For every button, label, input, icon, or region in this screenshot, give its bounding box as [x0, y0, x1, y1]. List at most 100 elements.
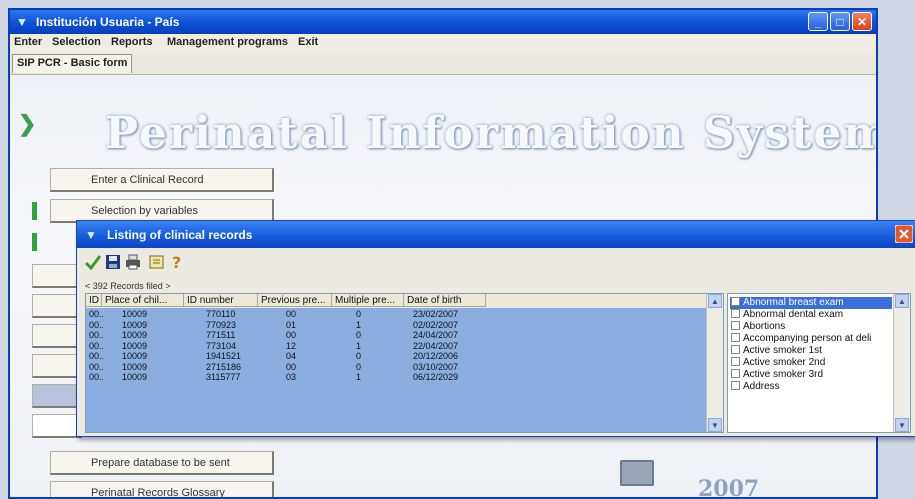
scroll-up-icon[interactable]: ▲ — [895, 294, 909, 308]
checkbox-icon[interactable] — [731, 357, 740, 366]
variable-list-item[interactable]: Abnormal breast exam — [730, 297, 892, 309]
checkbox-icon[interactable] — [731, 297, 740, 306]
col-header-id-number[interactable]: ID number — [184, 294, 258, 307]
dialog-close-icon[interactable] — [895, 225, 913, 243]
tab-basic-form[interactable]: SIP PCR - Basic form — [12, 54, 133, 73]
export-icon[interactable] — [147, 252, 167, 272]
window-title: Institución Usuaria - País — [36, 15, 180, 29]
cell-date: 23/02/2007 — [413, 310, 459, 319]
cell-place: 10009 — [122, 373, 148, 382]
print-icon[interactable] — [123, 252, 143, 272]
grid-body: 00...1000977011000023/02/200700...100097… — [86, 308, 707, 432]
variable-list-item[interactable]: Active smoker 2nd — [730, 357, 892, 369]
checkbox-icon[interactable] — [731, 369, 740, 378]
scroll-down-icon[interactable]: ▼ — [708, 418, 722, 432]
dialog-titlebar[interactable]: ▼ Listing of clinical records — [77, 221, 915, 248]
maximize-button[interactable]: □ — [830, 12, 850, 31]
table-row[interactable]: 00... 10009 773104 12 1 22/04/2007 — [86, 342, 707, 351]
banner-title: Perinatal Information System — [105, 108, 876, 159]
checkbox-icon[interactable] — [731, 309, 740, 318]
close-button[interactable]: ✕ — [852, 12, 872, 31]
cell-place: 10009 — [122, 341, 148, 351]
cell-place: 10009 — [122, 310, 148, 319]
table-row[interactable]: 00...10009271518600003/10/2007 — [86, 363, 707, 372]
scroll-up-icon[interactable]: ▲ — [708, 294, 722, 308]
variable-label: Accompanying person at deli — [743, 333, 872, 344]
cell-multiple: 0 — [356, 331, 362, 340]
window-titlebar[interactable]: ▼ Institución Usuaria - País _ □ ✕ — [10, 10, 876, 34]
banner-year: 2007 — [698, 476, 760, 497]
cell-id: 00... — [89, 331, 103, 340]
cell-previous: 01 — [286, 320, 297, 330]
cell-date: 24/04/2007 — [413, 331, 459, 340]
checkbox-icon[interactable] — [731, 381, 740, 390]
menu-exit[interactable]: Exit — [298, 36, 318, 48]
menu-management-programs[interactable]: Management programs — [167, 36, 288, 48]
grid-scrollbar[interactable]: ▲ ▼ — [706, 294, 723, 432]
scroll-down-icon[interactable]: ▼ — [895, 418, 909, 432]
glossary-button[interactable]: Perinatal Records Glossary — [50, 481, 274, 497]
variable-label: Active smoker 1st — [743, 345, 822, 356]
cell-place: 10009 — [122, 362, 148, 372]
nav-button-hidden[interactable] — [32, 414, 82, 438]
variable-list-item[interactable]: Active smoker 1st — [730, 345, 892, 357]
minimize-button[interactable]: _ — [808, 12, 828, 31]
cell-previous: 03 — [286, 373, 297, 382]
arrow-icon: ❯ — [18, 111, 37, 136]
cell-id-number: 771511 — [206, 331, 236, 340]
table-row[interactable]: 00... 10009 1941521 04 0 20/12/2006 — [86, 352, 707, 361]
variable-list-item[interactable]: Abortions — [730, 321, 892, 333]
menu-selection[interactable]: Selection — [52, 36, 101, 48]
cell-place: 10009 — [122, 352, 148, 361]
menu-enter[interactable]: Enter — [14, 36, 42, 48]
cell-id: 00... — [89, 320, 103, 330]
col-header-previous[interactable]: Previous pre... — [258, 294, 332, 307]
variable-label: Active smoker 3rd — [743, 369, 824, 380]
menu-bar: Enter Selection Reports Management progr… — [10, 34, 876, 52]
variable-list-item[interactable]: Active smoker 3rd — [730, 369, 892, 381]
checkbox-icon[interactable] — [731, 333, 740, 342]
checkbox-icon[interactable] — [731, 345, 740, 354]
variable-list-item[interactable]: Abnormal dental exam — [730, 309, 892, 321]
cell-date: 03/10/2007 — [413, 362, 459, 372]
records-grid[interactable]: ID Place of chil... ID number Previous p… — [85, 293, 724, 433]
green-indicator — [32, 233, 37, 251]
col-header-date[interactable]: Date of birth — [404, 294, 486, 307]
cell-id-number: 3115777 — [206, 373, 241, 382]
col-header-multiple[interactable]: Multiple pre... — [332, 294, 404, 307]
enter-record-button[interactable]: Enter a Clinical Record — [50, 168, 274, 192]
enter-record-label: Enter a Clinical Record — [91, 174, 204, 186]
cell-previous: 00 — [286, 331, 297, 340]
nav-button-hidden[interactable] — [32, 354, 82, 378]
menu-reports[interactable]: Reports — [111, 36, 153, 48]
check-icon[interactable] — [83, 252, 103, 272]
col-header-id[interactable]: ID — [86, 294, 102, 307]
cell-id: 00... — [89, 362, 103, 372]
variable-list-item[interactable]: Address — [730, 381, 892, 393]
cell-multiple: 1 — [356, 341, 362, 351]
nav-button-hidden[interactable] — [32, 294, 82, 318]
cell-multiple: 1 — [356, 320, 362, 330]
variables-scrollbar[interactable]: ▲ ▼ — [893, 294, 910, 432]
prepare-database-button[interactable]: Prepare database to be sent — [50, 451, 274, 475]
variable-list-item[interactable]: Accompanying person at deli — [730, 333, 892, 345]
nav-button-hidden[interactable] — [32, 384, 82, 408]
table-row[interactable]: 00... 10009 770923 01 1 02/02/2007 — [86, 321, 707, 330]
cell-id: 00... — [89, 352, 103, 361]
table-row[interactable]: 00...1000977151100024/04/2007 — [86, 331, 707, 340]
cell-date: 20/12/2006 — [413, 352, 459, 361]
checkbox-icon[interactable] — [731, 321, 740, 330]
save-icon[interactable] — [103, 252, 123, 272]
help-icon[interactable]: ? — [167, 252, 187, 272]
cell-date: 22/04/2007 — [413, 341, 459, 351]
cell-id: 00... — [89, 310, 103, 319]
col-header-place[interactable]: Place of chil... — [102, 294, 184, 307]
app-icon: ▼ — [16, 15, 28, 29]
table-row[interactable]: 00...1000977011000023/02/2007 — [86, 310, 707, 319]
variable-label: Abnormal dental exam — [743, 309, 844, 320]
variables-list[interactable]: Abnormal breast exam Abnormal dental exam… — [727, 293, 911, 433]
nav-button-hidden[interactable] — [32, 264, 82, 288]
cell-id-number: 773104 — [206, 341, 237, 351]
table-row[interactable]: 00... 10009 3115777 03 1 06/12/2029 — [86, 373, 707, 382]
nav-button-hidden[interactable] — [32, 324, 82, 348]
